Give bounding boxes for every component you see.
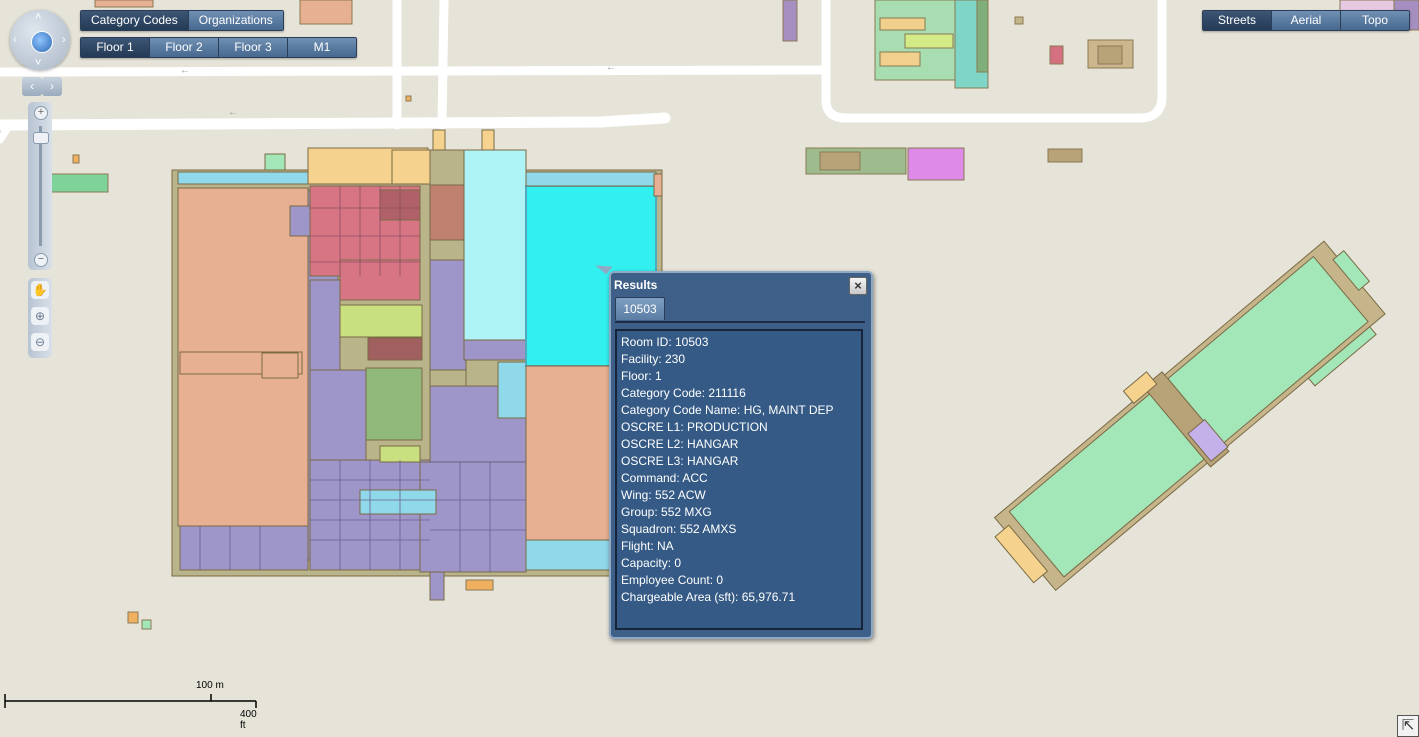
category-codes-button[interactable]: Category Codes	[81, 11, 189, 30]
previous-extent-icon[interactable]: ‹	[22, 77, 42, 96]
pan-left-icon[interactable]: ‹	[13, 35, 17, 46]
east-hangar-complex[interactable]	[976, 225, 1398, 606]
result-details: Room ID: 10503 Facility: 230 Floor: 1 Ca…	[615, 329, 863, 630]
hand-icon[interactable]: ✋	[31, 281, 49, 299]
detail-oscre-l1: OSCRE L1: PRODUCTION	[621, 420, 768, 434]
floor-1-button[interactable]: Floor 1	[81, 38, 150, 57]
scale-bar: 100 m 400 ft	[4, 680, 264, 731]
svg-text:←: ←	[180, 65, 190, 76]
zoom-slider-handle[interactable]	[33, 132, 49, 144]
streets-button[interactable]: Streets	[1203, 11, 1272, 30]
floor-selector: Floor 1 Floor 2 Floor 3 M1	[80, 37, 357, 58]
floor-2-button[interactable]: Floor 2	[150, 38, 219, 57]
zoom-out-button[interactable]: −	[34, 253, 48, 267]
pan-down-icon[interactable]: ˅	[35, 58, 41, 69]
zoom-out-icon[interactable]: ⊖	[31, 333, 49, 351]
close-icon[interactable]: ×	[849, 277, 867, 295]
main-building[interactable]	[171, 129, 663, 601]
detail-chargeable-area: Chargeable Area (sft): 65,976.71	[621, 590, 796, 604]
detail-command: Command: ACC	[621, 471, 708, 485]
expand-arrow-icon[interactable]: ⇱	[1397, 715, 1419, 737]
map-navigation: ˄ ˅ ‹ › ‹ › + − ✋ ⊕ ⊖	[8, 8, 74, 358]
detail-floor: Floor: 1	[621, 369, 662, 383]
detail-oscre-l3: OSCRE L3: HANGAR	[621, 454, 739, 468]
detail-squadron: Squadron: 552 AMXS	[621, 522, 737, 536]
topo-button[interactable]: Topo	[1341, 11, 1409, 30]
scale-metric-label: 100 m	[196, 680, 224, 691]
pan-right-icon[interactable]: ›	[62, 35, 66, 46]
detail-oscre-l2: OSCRE L2: HANGAR	[621, 437, 739, 451]
svg-text:←: ←	[228, 107, 238, 118]
detail-facility: Facility: 230	[621, 352, 686, 366]
organizations-button[interactable]: Organizations	[188, 11, 283, 30]
detail-flight: Flight: NA	[621, 539, 674, 553]
zoom-in-button[interactable]: +	[34, 106, 48, 120]
globe-icon[interactable]	[31, 31, 53, 53]
detail-category-code: Category Code: 211116	[621, 386, 746, 400]
popup-tab-bar: 10503	[615, 297, 865, 323]
result-tab[interactable]: 10503	[615, 297, 665, 320]
pan-up-icon[interactable]: ˄	[35, 12, 41, 23]
results-popup: Results × 10503 Room ID: 10503 Facility:…	[609, 271, 873, 639]
detail-employee-count: Employee Count: 0	[621, 573, 724, 587]
next-extent-icon[interactable]: ›	[42, 77, 62, 96]
pan-control[interactable]: ˄ ˅ ‹ ›	[10, 10, 70, 70]
floor-m1-button[interactable]: M1	[288, 38, 356, 57]
popup-title: Results	[614, 278, 658, 292]
map-tools: ✋ ⊕ ⊖	[28, 278, 52, 358]
detail-wing: Wing: 552 ACW	[621, 488, 706, 502]
scale-imperial-label: 400 ft	[240, 709, 257, 731]
zoom-slider[interactable]: + −	[28, 102, 52, 270]
detail-capacity: Capacity: 0	[621, 556, 682, 570]
zoom-track[interactable]	[39, 126, 42, 246]
floor-3-button[interactable]: Floor 3	[219, 38, 288, 57]
basemap-selector: Streets Aerial Topo	[1202, 10, 1410, 31]
detail-room-id: Room ID: 10503	[621, 335, 709, 349]
zoom-in-icon[interactable]: ⊕	[31, 307, 49, 325]
detail-group: Group: 552 MXG	[621, 505, 712, 519]
aerial-button[interactable]: Aerial	[1272, 11, 1341, 30]
svg-text:←: ←	[606, 62, 616, 73]
detail-category-code-name: Category Code Name: HG, MAINT DEP	[621, 403, 834, 417]
layer-toggle-group: Category Codes Organizations	[80, 10, 284, 31]
